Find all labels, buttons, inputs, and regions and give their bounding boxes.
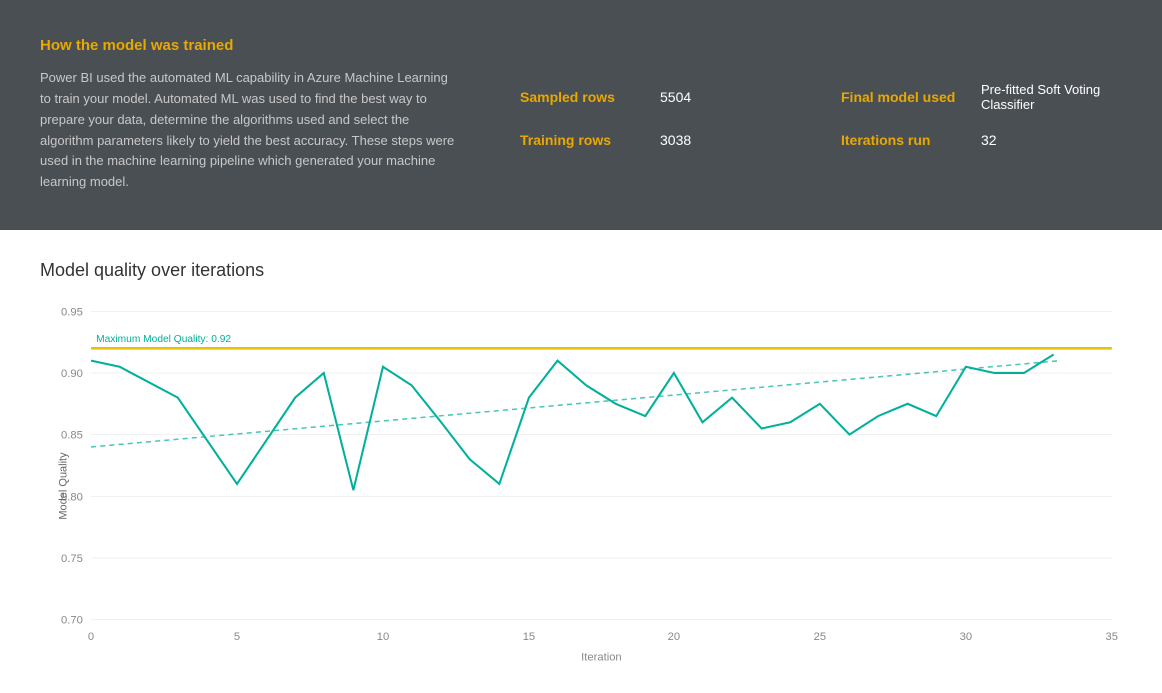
svg-text:0.95: 0.95: [61, 306, 83, 318]
svg-text:15: 15: [523, 631, 535, 643]
chart-y-label: Model Quality: [58, 452, 70, 519]
header-section: How the model was trained Power BI used …: [0, 0, 1162, 230]
stat-label-sampled: Sampled rows: [520, 89, 640, 105]
svg-text:0.90: 0.90: [61, 368, 83, 380]
header-title: How the model was trained: [40, 37, 460, 54]
svg-text:5: 5: [234, 631, 240, 643]
header-description: Power BI used the automated ML capabilit…: [40, 68, 460, 193]
svg-text:Maximum Model Quality: 0.92: Maximum Model Quality: 0.92: [96, 334, 231, 345]
svg-text:20: 20: [668, 631, 680, 643]
svg-text:0.75: 0.75: [61, 553, 83, 565]
svg-text:Iteration: Iteration: [581, 652, 622, 664]
svg-text:30: 30: [960, 631, 972, 643]
stat-value-iterations: 32: [981, 132, 997, 148]
header-stats: Sampled rows 5504 Final model used Pre-f…: [520, 82, 1122, 148]
stat-value-sampled: 5504: [660, 89, 691, 105]
svg-text:0.70: 0.70: [61, 615, 83, 627]
chart-section: Model quality over iterations Model Qual…: [0, 230, 1162, 691]
stat-value-model: Pre-fitted Soft Voting Classifier: [981, 82, 1122, 112]
svg-text:0: 0: [88, 631, 94, 643]
stat-label-model: Final model used: [841, 89, 961, 105]
chart-svg: 0.95 0.90 0.85 0.80 0.75 0.70 0 5 10 15 …: [40, 301, 1122, 671]
svg-text:10: 10: [377, 631, 389, 643]
chart-title: Model quality over iterations: [40, 260, 1122, 281]
svg-text:25: 25: [814, 631, 826, 643]
header-left: How the model was trained Power BI used …: [40, 37, 460, 193]
stat-training-rows: Training rows 3038: [520, 132, 801, 148]
stat-sampled-rows: Sampled rows 5504: [520, 82, 801, 112]
chart-container: Model Quality 0.95 0.90 0.85 0.80 0.75 0…: [40, 301, 1122, 671]
stat-label-training: Training rows: [520, 132, 640, 148]
svg-text:0.85: 0.85: [61, 430, 83, 442]
stat-label-iterations: Iterations run: [841, 132, 961, 148]
stat-value-training: 3038: [660, 132, 691, 148]
svg-text:35: 35: [1106, 631, 1118, 643]
stat-iterations: Iterations run 32: [841, 132, 1122, 148]
stat-final-model: Final model used Pre-fitted Soft Voting …: [841, 82, 1122, 112]
